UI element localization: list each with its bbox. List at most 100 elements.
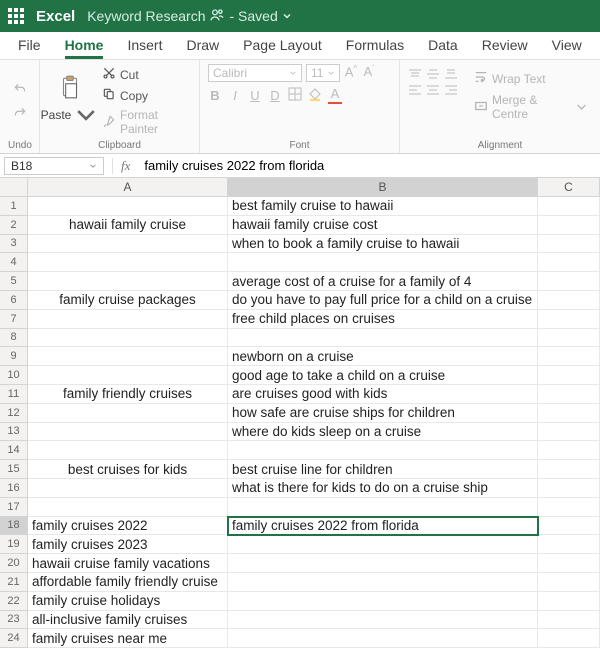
cell[interactable] xyxy=(538,423,600,442)
undo-button[interactable] xyxy=(9,80,31,98)
cell[interactable] xyxy=(28,253,228,272)
cell[interactable] xyxy=(538,253,600,272)
cell[interactable] xyxy=(538,460,600,479)
cell[interactable] xyxy=(538,573,600,592)
cell[interactable] xyxy=(538,216,600,235)
row-header[interactable]: 8 xyxy=(0,329,28,348)
redo-button[interactable] xyxy=(9,104,31,122)
cell[interactable]: where do kids sleep on a cruise xyxy=(228,423,538,442)
cell[interactable] xyxy=(228,441,538,460)
tab-review[interactable]: Review xyxy=(470,33,540,59)
row-header[interactable]: 1 xyxy=(0,197,28,216)
cell[interactable] xyxy=(538,441,600,460)
cell[interactable]: do you have to pay full price for a chil… xyxy=(228,291,538,310)
merge-center-button[interactable]: Merge & Centre xyxy=(470,91,592,123)
copy-button[interactable]: Copy xyxy=(98,85,191,106)
cell[interactable]: hawaii cruise family vacations xyxy=(28,554,228,573)
cell[interactable] xyxy=(28,423,228,442)
cell[interactable]: family cruise holidays xyxy=(28,592,228,611)
cell[interactable] xyxy=(28,441,228,460)
cell[interactable] xyxy=(538,310,600,329)
row-header[interactable]: 20 xyxy=(0,554,28,573)
cell[interactable]: family cruise packages xyxy=(28,291,228,310)
cell[interactable]: newborn on a cruise xyxy=(228,347,538,366)
row-header[interactable]: 13 xyxy=(0,423,28,442)
cell[interactable] xyxy=(228,535,538,554)
cell[interactable] xyxy=(538,404,600,423)
cell[interactable]: good age to take a child on a cruise xyxy=(228,366,538,385)
tab-page-layout[interactable]: Page Layout xyxy=(231,33,334,59)
cell[interactable] xyxy=(28,347,228,366)
row-header[interactable]: 23 xyxy=(0,611,28,630)
cell[interactable] xyxy=(538,592,600,611)
column-header[interactable]: C xyxy=(538,178,600,197)
align-bottom-button[interactable] xyxy=(444,68,460,82)
cell[interactable] xyxy=(538,629,600,648)
double-underline-button[interactable]: D xyxy=(268,88,282,103)
cell[interactable] xyxy=(538,235,600,254)
row-header[interactable]: 4 xyxy=(0,253,28,272)
cell[interactable]: family cruises 2022 xyxy=(28,517,228,536)
borders-button[interactable] xyxy=(288,87,302,104)
row-header[interactable]: 22 xyxy=(0,592,28,611)
name-box[interactable]: B18 xyxy=(4,157,104,175)
cell[interactable] xyxy=(538,366,600,385)
cell[interactable]: average cost of a cruise for a family of… xyxy=(228,272,538,291)
cell[interactable]: how safe are cruise ships for children xyxy=(228,404,538,423)
row-header[interactable]: 19 xyxy=(0,535,28,554)
chevron-down-icon[interactable] xyxy=(282,8,292,24)
tab-formulas[interactable]: Formulas xyxy=(334,33,416,59)
row-header[interactable]: 15 xyxy=(0,460,28,479)
align-right-button[interactable] xyxy=(444,84,460,98)
cell[interactable] xyxy=(538,554,600,573)
cell[interactable]: hawaii family cruise cost xyxy=(228,216,538,235)
row-header[interactable]: 11 xyxy=(0,385,28,404)
row-header[interactable]: 16 xyxy=(0,479,28,498)
cell[interactable] xyxy=(538,385,600,404)
cell[interactable]: affordable family friendly cruise xyxy=(28,573,228,592)
cell[interactable] xyxy=(228,629,538,648)
cell[interactable] xyxy=(538,197,600,216)
cell[interactable] xyxy=(538,272,600,291)
cell[interactable]: best family cruise to hawaii xyxy=(228,197,538,216)
spreadsheet-grid[interactable]: ABC1best family cruise to hawaii2hawaii … xyxy=(0,178,600,648)
tab-draw[interactable]: Draw xyxy=(174,33,231,59)
tab-file[interactable]: File xyxy=(6,33,53,59)
cell[interactable]: family cruises near me xyxy=(28,629,228,648)
cell[interactable] xyxy=(228,573,538,592)
tab-view[interactable]: View xyxy=(540,33,594,59)
app-launcher-icon[interactable] xyxy=(8,8,24,24)
font-size-select[interactable]: 11 xyxy=(306,64,340,82)
italic-button[interactable]: I xyxy=(228,88,242,103)
row-header[interactable]: 3 xyxy=(0,235,28,254)
cell[interactable]: are cruises good with kids xyxy=(228,385,538,404)
row-header[interactable]: 5 xyxy=(0,272,28,291)
cell[interactable]: all-inclusive family cruises xyxy=(28,611,228,630)
cell[interactable] xyxy=(538,479,600,498)
fx-icon[interactable]: fx xyxy=(112,158,138,174)
cell[interactable] xyxy=(538,347,600,366)
cell[interactable]: free child places on cruises xyxy=(228,310,538,329)
underline-button[interactable]: U xyxy=(248,88,262,103)
tab-home[interactable]: Home xyxy=(53,33,116,59)
cell[interactable]: family cruises 2022 from florida xyxy=(228,517,538,536)
bold-button[interactable]: B xyxy=(208,88,222,103)
align-top-button[interactable] xyxy=(408,68,424,82)
tab-data[interactable]: Data xyxy=(416,33,470,59)
cell[interactable]: family friendly cruises xyxy=(28,385,228,404)
cell[interactable] xyxy=(28,272,228,291)
cell[interactable] xyxy=(28,498,228,517)
cell[interactable]: best cruise line for children xyxy=(228,460,538,479)
cell[interactable] xyxy=(538,498,600,517)
align-left-button[interactable] xyxy=(408,84,424,98)
cell[interactable] xyxy=(28,310,228,329)
cell[interactable] xyxy=(28,329,228,348)
cell[interactable]: best cruises for kids xyxy=(28,460,228,479)
row-header[interactable]: 14 xyxy=(0,441,28,460)
cut-button[interactable]: Cut xyxy=(98,64,191,85)
cell[interactable] xyxy=(538,611,600,630)
cell[interactable] xyxy=(538,517,600,536)
cell[interactable] xyxy=(228,554,538,573)
cell[interactable] xyxy=(28,197,228,216)
font-color-button[interactable]: A xyxy=(328,86,342,104)
